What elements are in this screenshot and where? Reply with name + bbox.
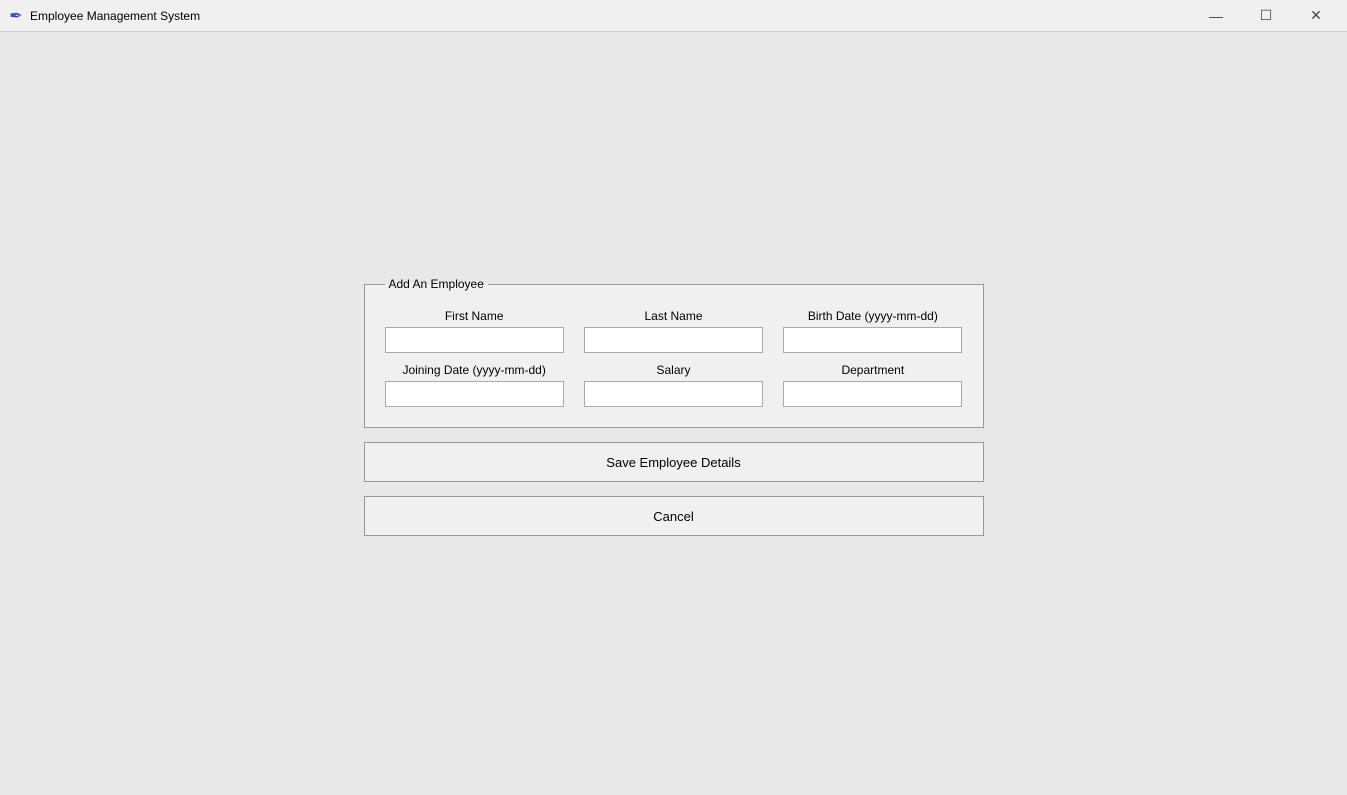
last-name-label: Last Name [584, 309, 763, 323]
birth-date-input[interactable] [783, 327, 962, 353]
close-button[interactable]: ✕ [1293, 0, 1339, 32]
joining-date-label: Joining Date (yyyy-mm-dd) [385, 363, 564, 377]
birth-date-label: Birth Date (yyyy-mm-dd) [783, 309, 962, 323]
joining-date-group: Joining Date (yyyy-mm-dd) [385, 363, 564, 407]
first-name-group: First Name [385, 309, 564, 353]
birth-date-group: Birth Date (yyyy-mm-dd) [783, 309, 962, 353]
title-bar: ✒ Employee Management System — ☐ ✕ [0, 0, 1347, 32]
salary-group: Salary [584, 363, 763, 407]
save-button[interactable]: Save Employee Details [364, 442, 984, 482]
fields-grid: First Name Last Name Birth Date (yyyy-mm… [385, 309, 963, 407]
joining-date-input[interactable] [385, 381, 564, 407]
fieldset-legend: Add An Employee [385, 277, 488, 291]
action-buttons: Save Employee Details Cancel [364, 442, 984, 550]
first-name-label: First Name [385, 309, 564, 323]
salary-label: Salary [584, 363, 763, 377]
title-bar-controls: — ☐ ✕ [1193, 0, 1339, 32]
app-icon: ✒ [8, 8, 24, 24]
employee-fieldset: Add An Employee First Name Last Name Bir… [364, 277, 984, 428]
last-name-group: Last Name [584, 309, 763, 353]
department-label: Department [783, 363, 962, 377]
cancel-button[interactable]: Cancel [364, 496, 984, 536]
last-name-input[interactable] [584, 327, 763, 353]
minimize-button[interactable]: — [1193, 0, 1239, 32]
department-group: Department [783, 363, 962, 407]
main-content: Add An Employee First Name Last Name Bir… [0, 32, 1347, 795]
form-container: Add An Employee First Name Last Name Bir… [364, 277, 984, 550]
first-name-input[interactable] [385, 327, 564, 353]
maximize-button[interactable]: ☐ [1243, 0, 1289, 32]
title-bar-left: ✒ Employee Management System [8, 8, 200, 24]
department-input[interactable] [783, 381, 962, 407]
salary-input[interactable] [584, 381, 763, 407]
app-title: Employee Management System [30, 9, 200, 23]
